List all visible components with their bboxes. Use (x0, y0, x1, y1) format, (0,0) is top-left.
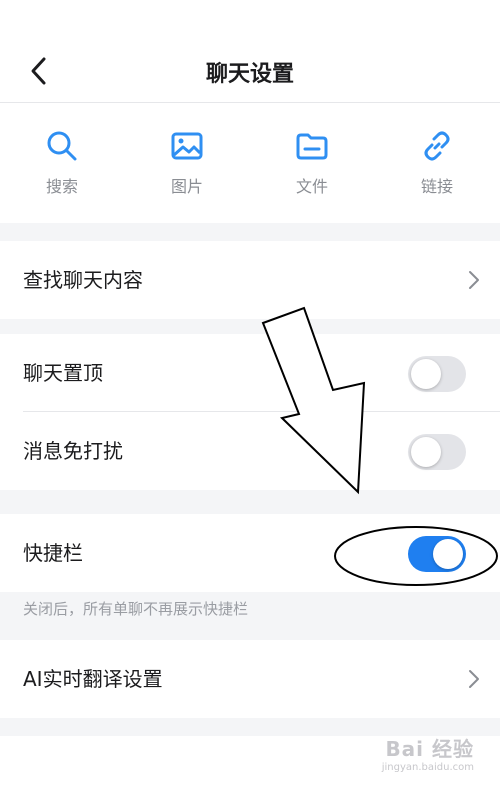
shortcut-image-label: 图片 (170, 177, 203, 196)
do-not-disturb-toggle[interactable] (408, 434, 466, 470)
page-title: 聊天设置 (205, 62, 294, 87)
search-icon (47, 131, 77, 161)
watermark-logo: Bai 经验 jingyan.baidu.com (382, 733, 474, 773)
header-bar: 聊天设置 (0, 0, 500, 103)
row-quick-bar: 快捷栏 (0, 514, 500, 592)
watermark-main: Bai 经验 (385, 737, 474, 761)
row-pin-chat-label: 聊天置顶 (23, 361, 103, 385)
shortcut-link-label: 链接 (420, 177, 453, 196)
row-ai-translate-settings-label: AI实时翻译设置 (23, 667, 163, 691)
row-pin-chat: 聊天置顶 (0, 334, 500, 412)
shortcut-search[interactable]: 搜索 (22, 129, 102, 197)
folder-icon (296, 133, 328, 160)
chevron-right-icon (469, 670, 479, 688)
shortcut-image[interactable]: 图片 (147, 129, 227, 197)
shortcut-bar: 搜索 图片 文件 链接 (0, 103, 500, 223)
shortcut-file-label: 文件 (295, 177, 328, 196)
shortcut-link[interactable]: 链接 (397, 129, 477, 197)
row-find-chat-content[interactable]: 查找聊天内容 (0, 241, 500, 319)
shortcut-search-label: 搜索 (45, 177, 78, 196)
row-quick-bar-label: 快捷栏 (23, 541, 83, 565)
quick-bar-hint: 关闭后，所有单聊不再展示快捷栏 (23, 600, 249, 618)
row-do-not-disturb-label: 消息免打扰 (23, 439, 123, 463)
chevron-right-icon (469, 271, 479, 289)
shortcut-file[interactable]: 文件 (272, 129, 352, 197)
toggle-knob (411, 359, 441, 389)
row-find-chat-content-label: 查找聊天内容 (23, 268, 143, 292)
quick-bar-toggle[interactable] (408, 536, 466, 572)
image-icon (171, 132, 203, 160)
toggle-knob (411, 437, 441, 467)
toggle-knob (433, 539, 463, 569)
row-do-not-disturb: 消息免打扰 (0, 412, 500, 490)
watermark-sub: jingyan.baidu.com (381, 762, 474, 773)
link-icon (424, 131, 450, 161)
row-ai-translate-settings[interactable]: AI实时翻译设置 (0, 640, 500, 718)
pin-chat-toggle[interactable] (408, 356, 466, 392)
